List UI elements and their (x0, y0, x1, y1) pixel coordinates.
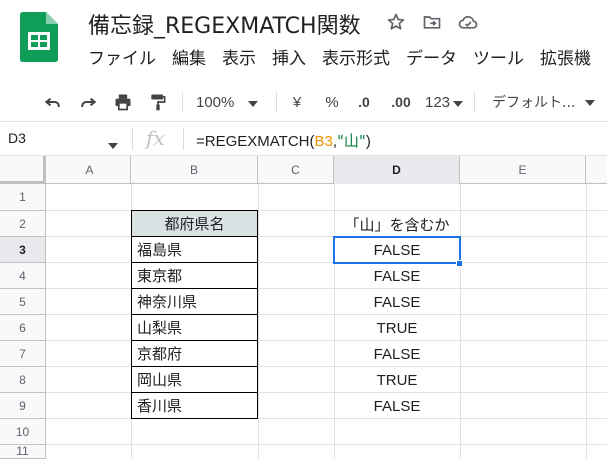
number-format-label: 123 (424, 93, 451, 111)
formula-string: "山" (337, 132, 366, 150)
row-header-4[interactable]: 4 (0, 263, 46, 289)
row-header-7[interactable]: 7 (0, 341, 46, 367)
document-title[interactable]: 備忘録_REGEXMATCH関数 (88, 8, 361, 40)
cell-b7[interactable]: 京都府 (131, 340, 258, 367)
move-folder-icon[interactable] (420, 10, 444, 34)
font-family-value: デフォルト... (492, 95, 576, 111)
redo-icon[interactable] (75, 90, 101, 114)
cell-d4[interactable]: FALSE (334, 263, 460, 289)
spreadsheet-grid[interactable]: A B C D E 1 2 3 4 5 6 7 8 9 10 11 都府県名 福… (0, 156, 607, 459)
cell-d9[interactable]: FALSE (334, 393, 460, 419)
zoom-select[interactable]: 100% (196, 90, 266, 114)
row-header-6[interactable]: 6 (0, 315, 46, 341)
name-box[interactable]: D3 (8, 130, 26, 146)
function-icon: fx (146, 126, 165, 150)
cell-b6[interactable]: 山梨県 (131, 314, 258, 341)
chevron-down-icon (585, 94, 596, 110)
menu-view[interactable]: 表示 (222, 44, 256, 69)
menu-edit[interactable]: 編集 (172, 44, 206, 69)
cloud-saved-icon[interactable] (456, 10, 480, 34)
menu-format[interactable]: 表示形式 (322, 44, 390, 69)
row-header-9[interactable]: 9 (0, 393, 46, 419)
cell-b2-header[interactable]: 都府県名 (131, 210, 258, 237)
row-header-3[interactable]: 3 (0, 237, 46, 263)
menu-tools[interactable]: ツール (473, 44, 524, 69)
decrease-decimal-label: .0 (358, 94, 370, 110)
toolbar: 100% ¥ % .0 .00 123 デフォルト... (0, 82, 607, 122)
cell-b8[interactable]: 岡山県 (131, 366, 258, 393)
cell-b9[interactable]: 香川県 (131, 392, 258, 419)
row-header-10[interactable]: 10 (0, 419, 46, 445)
row-header-1[interactable]: 1 (0, 184, 46, 211)
formula-suffix: ) (365, 133, 371, 150)
currency-format-button[interactable]: ¥ (288, 90, 306, 114)
formula-prefix: =REGEXMATCH( (196, 133, 315, 150)
fill-handle[interactable] (456, 260, 463, 267)
cell-d2-header[interactable]: 「山」を含むか (334, 211, 460, 237)
select-all-corner[interactable] (0, 156, 46, 184)
menu-data[interactable]: データ (406, 44, 457, 69)
column-header-b[interactable]: B (131, 156, 258, 184)
star-icon[interactable] (384, 10, 408, 34)
formula-reference: B3 (314, 133, 333, 150)
decrease-decimal-button[interactable]: .0 (352, 90, 376, 114)
chevron-down-icon (453, 94, 464, 111)
cell-d5[interactable]: FALSE (334, 289, 460, 315)
increase-decimal-label: .00 (391, 94, 411, 110)
column-header-d[interactable]: D (334, 156, 460, 184)
column-header-a[interactable]: A (49, 156, 131, 184)
font-family-select[interactable]: デフォルト... (492, 90, 607, 114)
cell-d8[interactable]: TRUE (334, 367, 460, 393)
cell-b4[interactable]: 東京都 (131, 262, 258, 289)
formula-input[interactable]: =REGEXMATCH(B3,"山") (196, 130, 371, 151)
row-header-2[interactable]: 2 (0, 211, 46, 237)
menu-file[interactable]: ファイル (88, 44, 156, 69)
chevron-down-icon[interactable] (108, 136, 118, 154)
cell-d6[interactable]: TRUE (334, 315, 460, 341)
menu-extensions[interactable]: 拡張機 (540, 44, 591, 69)
sheets-logo-icon[interactable] (20, 12, 58, 62)
row-header-5[interactable]: 5 (0, 289, 46, 315)
cell-d7[interactable]: FALSE (334, 341, 460, 367)
percent-format-button[interactable]: % (322, 90, 342, 114)
row-header-8[interactable]: 8 (0, 367, 46, 393)
chevron-down-icon (248, 94, 259, 111)
column-header-c[interactable]: C (258, 156, 334, 184)
formula-bar: D3 fx =REGEXMATCH(B3,"山") (0, 122, 607, 156)
cell-b3[interactable]: 福島県 (131, 236, 258, 263)
column-header-e[interactable]: E (460, 156, 586, 184)
cell-b5[interactable]: 神奈川県 (131, 288, 258, 315)
number-format-select[interactable]: 123 (424, 90, 464, 114)
undo-icon[interactable] (40, 90, 66, 114)
menu-insert[interactable]: 挿入 (272, 44, 306, 69)
increase-decimal-button[interactable]: .00 (386, 90, 416, 114)
zoom-value: 100% (196, 93, 235, 111)
paint-format-icon[interactable] (145, 90, 171, 114)
active-cell-selection[interactable] (333, 236, 461, 264)
row-header-11[interactable]: 11 (0, 444, 46, 459)
print-icon[interactable] (110, 90, 136, 114)
